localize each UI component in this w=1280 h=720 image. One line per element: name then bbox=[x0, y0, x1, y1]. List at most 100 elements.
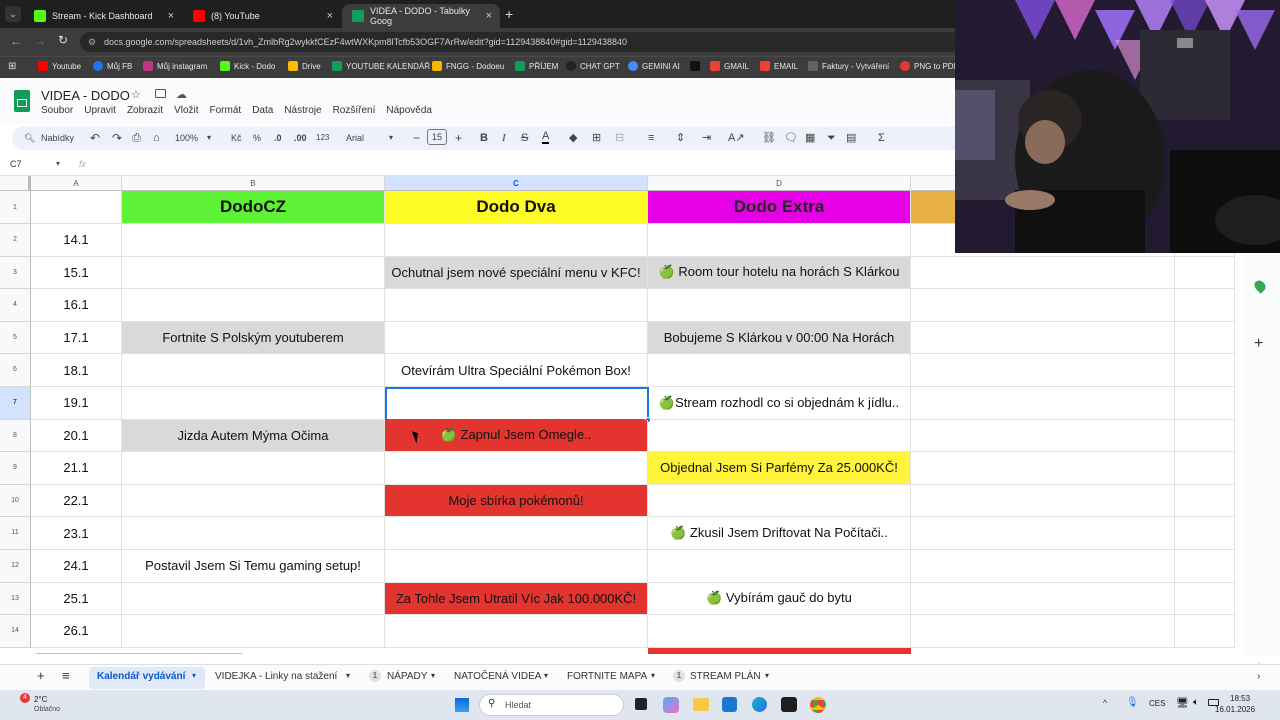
redo-icon[interactable]: ↷ bbox=[112, 130, 122, 146]
cell-e14[interactable] bbox=[911, 615, 1175, 648]
cell-c9[interactable] bbox=[385, 452, 648, 485]
outlook-icon[interactable] bbox=[722, 697, 737, 712]
cell-f4[interactable] bbox=[1175, 289, 1235, 322]
cell-c5[interactable] bbox=[385, 321, 648, 355]
cell-c14[interactable] bbox=[385, 615, 648, 648]
text-rotate-icon[interactable]: A↗ bbox=[728, 130, 745, 146]
cell-b10[interactable] bbox=[122, 484, 385, 518]
cell-a13[interactable]: 25.1 bbox=[31, 582, 122, 616]
chevron-down-icon[interactable]: ▾ bbox=[431, 671, 435, 680]
forward-icon[interactable]: → bbox=[34, 34, 46, 48]
number-format-button[interactable]: 123 bbox=[316, 130, 329, 146]
scroll-right-icon[interactable]: › bbox=[1257, 671, 1260, 682]
browser-tab-sheets[interactable]: VIDEA - DODO - Tabulky Goog × bbox=[342, 4, 500, 28]
chart-icon[interactable]: ▦ bbox=[805, 130, 815, 146]
task-view-icon[interactable] bbox=[635, 698, 647, 710]
cell-a6[interactable]: 18.1 bbox=[31, 354, 122, 387]
cell-e8[interactable] bbox=[911, 419, 1175, 453]
cell-a1[interactable] bbox=[31, 191, 122, 224]
name-box[interactable]: C7 bbox=[10, 159, 22, 169]
merge-cells-icon[interactable]: ⊟ bbox=[615, 130, 624, 146]
cell-f9[interactable] bbox=[1175, 452, 1235, 485]
new-tab-button[interactable]: + bbox=[505, 6, 513, 22]
taskbar-search[interactable]: ⚲ Hledat bbox=[479, 694, 624, 716]
clock-date[interactable]: 16.01.2026 bbox=[1215, 705, 1255, 714]
cell-d5[interactable]: Bobujeme S Klárkou v 00:00 Na Horách bbox=[648, 321, 911, 355]
cell-d1[interactable]: Dodo Extra bbox=[648, 191, 911, 224]
cell-f13[interactable] bbox=[1175, 582, 1235, 616]
cell-a11[interactable]: 23.1 bbox=[31, 517, 122, 550]
row-header[interactable]: 8 bbox=[0, 419, 31, 453]
language-indicator[interactable]: CES bbox=[1149, 699, 1165, 708]
move-folder-icon[interactable] bbox=[155, 89, 166, 98]
row-header[interactable]: 14 bbox=[0, 615, 31, 648]
font-size-plus-button[interactable]: + bbox=[455, 130, 462, 146]
cloud-status-icon[interactable]: ☁ bbox=[176, 88, 187, 101]
cell-e9[interactable] bbox=[911, 452, 1175, 485]
paint-format-icon[interactable]: ⌂ bbox=[153, 130, 160, 146]
comment-icon[interactable]: 🗨︎ bbox=[784, 130, 798, 146]
cell-b3[interactable] bbox=[122, 256, 385, 290]
cell-e3[interactable] bbox=[911, 256, 1175, 290]
menu-view[interactable]: Zobrazit bbox=[127, 105, 163, 116]
url-input[interactable]: ⚙ docs.google.com/spreadsheets/d/1vh_Zml… bbox=[80, 32, 960, 52]
cell-a8[interactable]: 20.1 bbox=[31, 419, 122, 453]
cell-b1[interactable]: DodoCZ bbox=[122, 191, 385, 224]
cell-e10[interactable] bbox=[911, 484, 1175, 518]
bookmark-email[interactable]: EMAIL bbox=[760, 61, 798, 71]
start-icon[interactable] bbox=[455, 698, 469, 712]
fill-color-icon[interactable]: ◆ bbox=[569, 130, 577, 146]
menu-extensions[interactable]: Rozšíření bbox=[333, 105, 376, 116]
bookmark-gemini[interactable]: GEMINI AI bbox=[628, 61, 680, 71]
close-icon[interactable]: × bbox=[168, 10, 174, 22]
chevron-down-icon[interactable]: ▾ bbox=[192, 671, 196, 680]
cell-c1[interactable]: Dodo Dva bbox=[385, 191, 648, 224]
row-header[interactable]: 5 bbox=[0, 321, 31, 355]
apps-icon[interactable]: ⊞ bbox=[8, 61, 16, 72]
column-header-d[interactable]: D bbox=[648, 176, 911, 191]
site-info-icon[interactable]: ⚙ bbox=[88, 32, 96, 52]
cell-a12[interactable]: 24.1 bbox=[31, 550, 122, 583]
cell-b8[interactable]: Jizda Autem Mýma Očima bbox=[122, 419, 385, 453]
cell-a7[interactable]: 19.1 bbox=[31, 387, 122, 420]
cell-b12[interactable]: Postavil Jsem Si Temu gaming setup! bbox=[122, 550, 385, 583]
doc-title[interactable]: VIDEA - DODO bbox=[41, 88, 130, 103]
menu-tools[interactable]: Nástroje bbox=[284, 105, 321, 116]
cell-c7[interactable] bbox=[385, 387, 648, 420]
row-header[interactable]: 9 bbox=[0, 452, 31, 485]
cell-e4[interactable] bbox=[911, 289, 1175, 322]
select-all-corner[interactable] bbox=[0, 176, 31, 191]
add-icon[interactable]: + bbox=[1254, 335, 1263, 353]
chevron-down-icon[interactable]: ▾ bbox=[346, 671, 350, 680]
cell-f14[interactable] bbox=[1175, 615, 1235, 648]
close-icon[interactable]: × bbox=[486, 10, 492, 22]
cell-d3[interactable]: 🍏 Room tour hotelu na horách S Klárkou bbox=[648, 256, 911, 290]
bold-icon[interactable]: B bbox=[480, 130, 488, 146]
tray-chevron-icon[interactable]: ^ bbox=[1103, 698, 1107, 708]
cell-b5[interactable]: Fortnite S Polským youtuberem bbox=[122, 321, 385, 355]
row-header[interactable]: 13 bbox=[0, 582, 31, 616]
cell-c11[interactable] bbox=[385, 517, 648, 550]
edge-icon[interactable] bbox=[752, 697, 767, 712]
cell-f10[interactable] bbox=[1175, 484, 1235, 518]
cell-a3[interactable]: 15.1 bbox=[31, 256, 122, 290]
browser-tab-youtube[interactable]: (8) YouTube × bbox=[183, 4, 341, 28]
cell-d7[interactable]: 🍏Stream rozhodl co si objednám k jídlu.. bbox=[648, 387, 911, 420]
undo-icon[interactable]: ↶ bbox=[90, 130, 100, 146]
bookmark-fngg[interactable]: FNGG - Dodoeu bbox=[432, 61, 504, 71]
cell-e6[interactable] bbox=[911, 354, 1175, 387]
cell-d13[interactable]: 🍏 Vybírám gauč do bytu bbox=[648, 582, 911, 616]
network-icon[interactable]: 🖥︎ bbox=[1176, 698, 1189, 709]
clock-time[interactable]: 18:53 bbox=[1230, 694, 1250, 703]
cell-d14[interactable] bbox=[648, 615, 911, 648]
cell-b13[interactable] bbox=[122, 582, 385, 616]
column-header-c[interactable]: C bbox=[385, 176, 648, 191]
cell-c4[interactable] bbox=[385, 289, 648, 322]
cell-a5[interactable]: 17.1 bbox=[31, 321, 122, 355]
microphone-icon[interactable]: 🎙︎ bbox=[1126, 697, 1139, 708]
chevron-down-icon[interactable]: ▾ bbox=[56, 159, 60, 168]
menu-file[interactable]: Soubor bbox=[41, 105, 73, 116]
menu-help[interactable]: Nápověda bbox=[386, 105, 432, 116]
cell-f8[interactable] bbox=[1175, 419, 1235, 453]
cell-a10[interactable]: 22.1 bbox=[31, 484, 122, 518]
